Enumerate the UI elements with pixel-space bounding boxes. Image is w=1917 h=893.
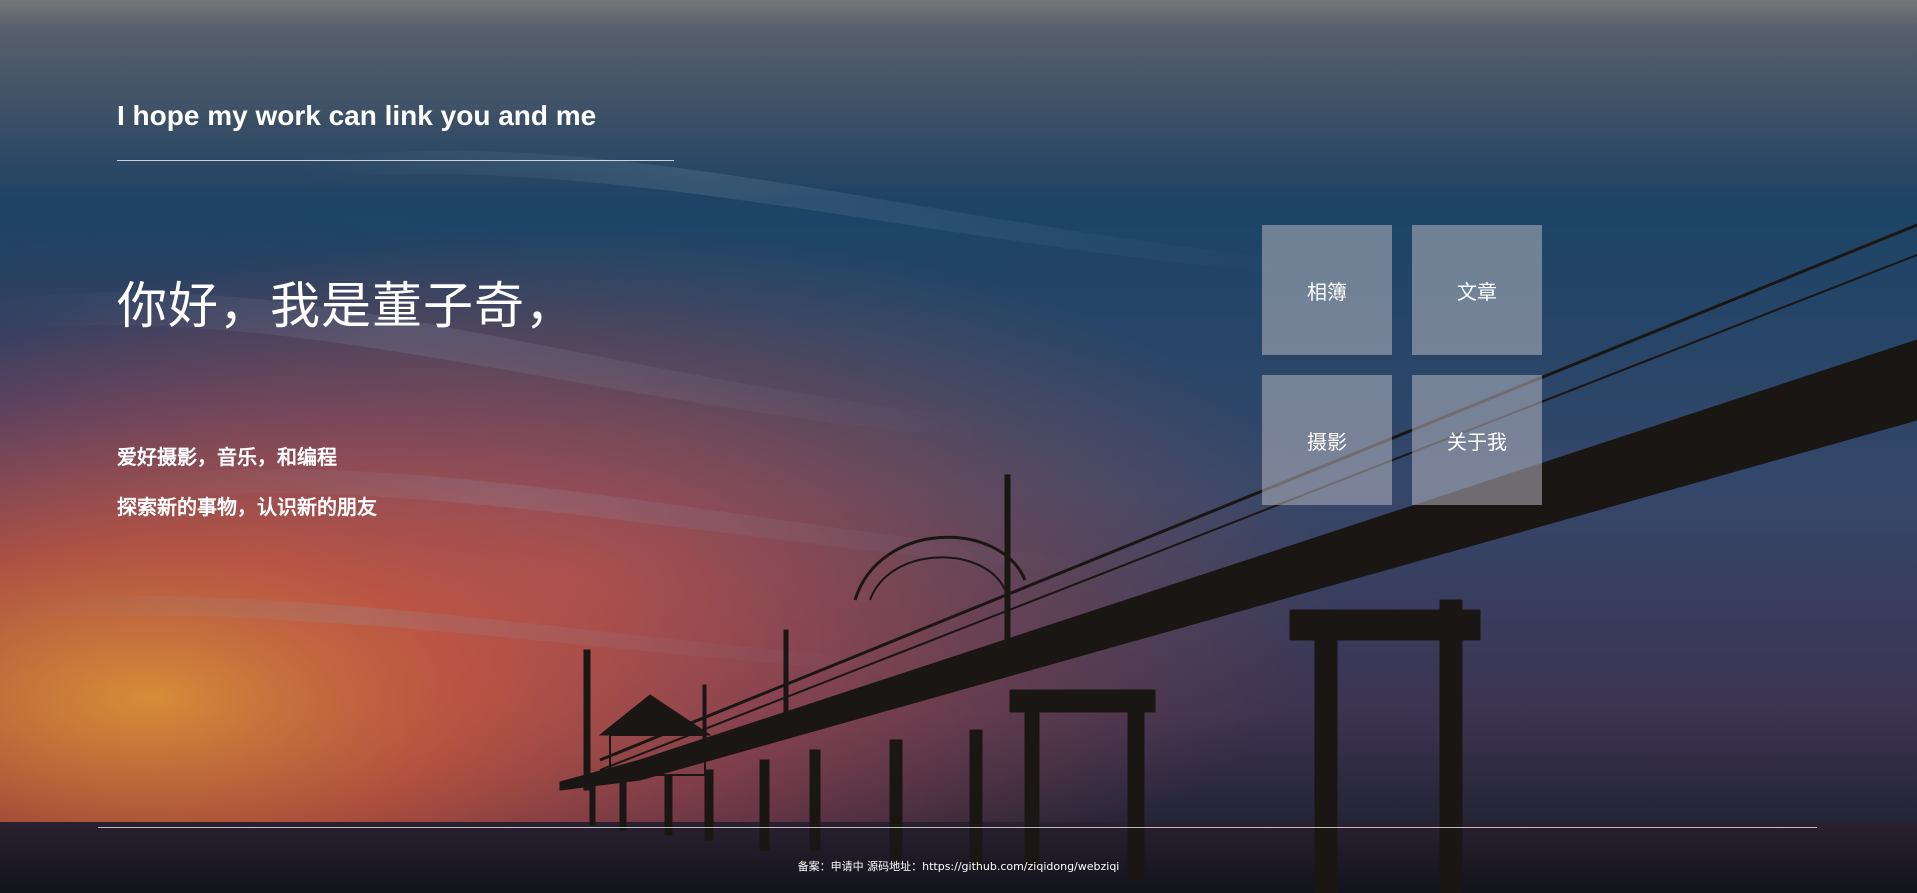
nav-tile-albums[interactable]: 相簿	[1262, 225, 1392, 355]
footer-source-label: 源码地址：	[867, 860, 923, 873]
nav-tile-about[interactable]: 关于我	[1412, 375, 1542, 505]
site-headline: I hope my work can link you and me	[117, 100, 597, 131]
bio-line-hobbies: 爱好摄影，音乐，和编程	[117, 445, 337, 469]
footer-source-link[interactable]: https://github.com/ziqidong/webziqi	[922, 860, 1119, 873]
headline-divider	[117, 160, 674, 161]
footer-record: 备案：申请中	[797, 860, 864, 873]
footer-divider	[98, 827, 1817, 828]
nav-tile-photography[interactable]: 摄影	[1262, 375, 1392, 505]
bio-line-explore: 探索新的事物，认识新的朋友	[117, 495, 377, 519]
footer: 备案：申请中 源码地址：https://github.com/ziqidong/…	[0, 858, 1917, 874]
nav-tile-articles[interactable]: 文章	[1412, 225, 1542, 355]
greeting-heading: 你好，我是董子奇，	[117, 277, 576, 335]
